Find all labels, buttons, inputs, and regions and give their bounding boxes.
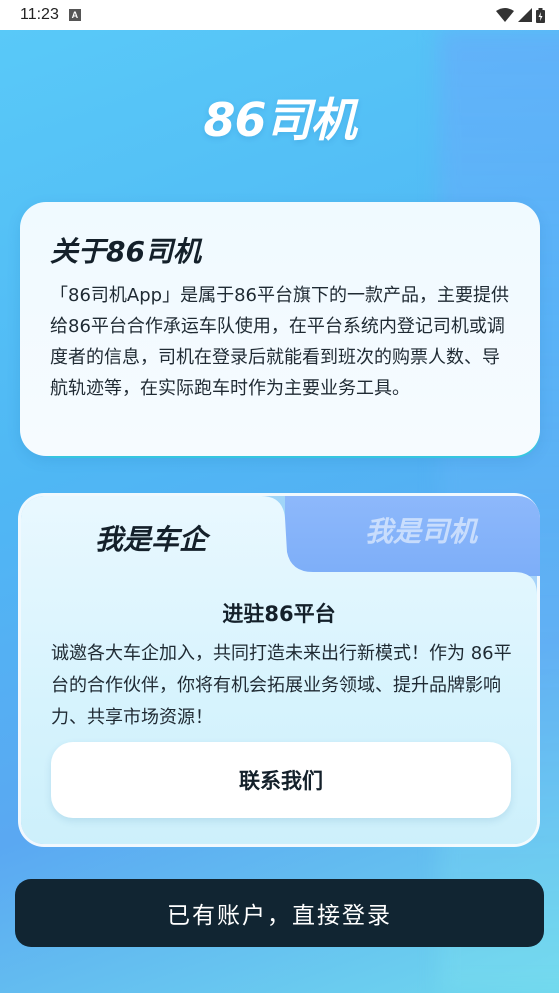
status-bar: 11:23 A [0,0,559,30]
about-title: 关于86司机 [50,235,201,268]
about-card: 关于86司机 「86司机App」是属于86平台旗下的一款产品，主要提供给86平台… [20,202,540,456]
tab-company[interactable]: 我是车企 [51,518,251,558]
app-logo: 86司机 [203,93,356,147]
login-button[interactable]: 已有账户，直接登录 [15,879,544,947]
company-section-text: 诚邀各大车企加入，共同打造未来出行新模式！作为 86平台的合作伙伴，你将有机会拓… [51,643,512,728]
contact-us-button[interactable]: 联系我们 [51,742,511,818]
battery-icon [536,7,545,23]
wifi-icon [496,8,514,22]
status-time: 11:23 [20,6,59,23]
company-section-title: 进驻86平台 [222,602,336,626]
signal-icon [518,8,532,22]
role-card: 我是司机 我是车企 进驻86平台 诚邀各大车企加入，共同打造未来出行新模式！作为… [18,493,540,847]
about-text: 「86司机App」是属于86平台旗下的一款产品，主要提供给86平台合作承运车队使… [50,285,509,399]
tab-driver[interactable]: 我是司机 [311,510,531,550]
a-notification-icon: A [68,9,81,21]
status-icons [496,7,545,23]
